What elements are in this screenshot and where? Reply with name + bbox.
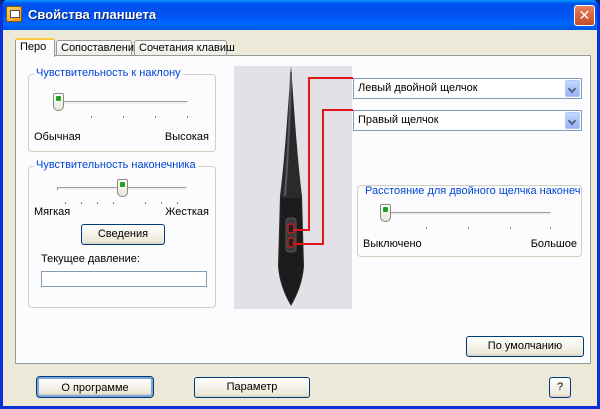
tip-sensitivity-group: Чувствительность наконечника Мягкая Жест… xyxy=(28,159,216,308)
title-bar[interactable]: Свойства планшета ✕ xyxy=(3,0,597,30)
tilt-slider-thumb[interactable] xyxy=(53,93,64,111)
help-button[interactable]: ? xyxy=(549,377,571,398)
tip-tick xyxy=(65,202,66,204)
tip-tick xyxy=(161,202,162,204)
upper-button-dropdown[interactable]: Левый двойной щелчок xyxy=(353,78,582,99)
tilt-tick xyxy=(123,116,124,118)
close-icon: ✕ xyxy=(578,7,591,23)
tablet-properties-window: Свойства планшета ✕ Перо Сопоставление С… xyxy=(0,0,600,409)
details-button[interactable]: Сведения xyxy=(81,224,165,245)
tilt-slider-track[interactable] xyxy=(58,101,188,105)
double-click-tick xyxy=(468,227,469,229)
tip-tick xyxy=(97,202,98,204)
tip-slider-thumb[interactable] xyxy=(117,179,128,197)
tilt-tick xyxy=(91,116,92,118)
options-button[interactable]: Параметр xyxy=(194,377,310,398)
pen-drawing xyxy=(278,66,304,306)
tilt-tick xyxy=(187,116,188,118)
double-click-slider-thumb[interactable] xyxy=(380,204,391,222)
pen-tab-panel: Чувствительность к наклону Обычная Высок… xyxy=(15,55,591,364)
tab-shortcuts[interactable]: Сочетания клавиш xyxy=(134,40,235,56)
double-click-tick xyxy=(550,227,551,229)
pen-illustration xyxy=(234,66,352,309)
tilt-sensitivity-group: Чувствительность к наклону Обычная Высок… xyxy=(28,67,216,152)
tablet-app-icon xyxy=(6,6,22,22)
tip-tick xyxy=(177,202,178,204)
tab-mapping[interactable]: Сопоставление xyxy=(56,40,140,56)
tip-tick xyxy=(81,202,82,204)
tilt-max-label: Высокая xyxy=(164,131,209,143)
lower-button-dropdown[interactable]: Правый щелчок xyxy=(353,110,582,131)
close-button[interactable]: ✕ xyxy=(574,5,595,26)
upper-button-value: Левый двойной щелчок xyxy=(358,82,478,94)
tip-min-label: Мягкая xyxy=(34,206,71,218)
double-click-distance-group: Расстояние для двойного щелчка наконечни… xyxy=(357,185,582,257)
tip-tick xyxy=(145,202,146,204)
double-click-tick xyxy=(510,227,511,229)
tab-pen[interactable]: Перо xyxy=(15,38,55,57)
tip-tick xyxy=(113,202,114,204)
tilt-tick xyxy=(155,116,156,118)
tip-sensitivity-title: Чувствительность наконечника xyxy=(34,159,198,171)
tilt-sensitivity-title: Чувствительность к наклону xyxy=(34,67,183,79)
tip-max-label: Жесткая xyxy=(165,206,209,218)
tilt-min-label: Обычная xyxy=(34,131,81,143)
window-title: Свойства планшета xyxy=(28,7,157,22)
pressure-indicator xyxy=(41,271,207,287)
chevron-down-icon[interactable] xyxy=(565,112,580,129)
about-button[interactable]: О программе xyxy=(36,376,154,398)
double-click-distance-title: Расстояние для двойного щелчка наконечни… xyxy=(363,186,581,197)
lower-button-value: Правый щелчок xyxy=(358,114,439,126)
current-pressure-label: Текущее давление: xyxy=(41,253,140,265)
restore-defaults-button[interactable]: По умолчанию xyxy=(466,336,584,357)
chevron-down-icon[interactable] xyxy=(565,80,580,97)
double-click-max-label: Большое xyxy=(530,238,577,250)
double-click-tick xyxy=(426,227,427,229)
double-click-slider-track[interactable] xyxy=(385,212,551,216)
double-click-min-label: Выключено xyxy=(363,238,422,250)
